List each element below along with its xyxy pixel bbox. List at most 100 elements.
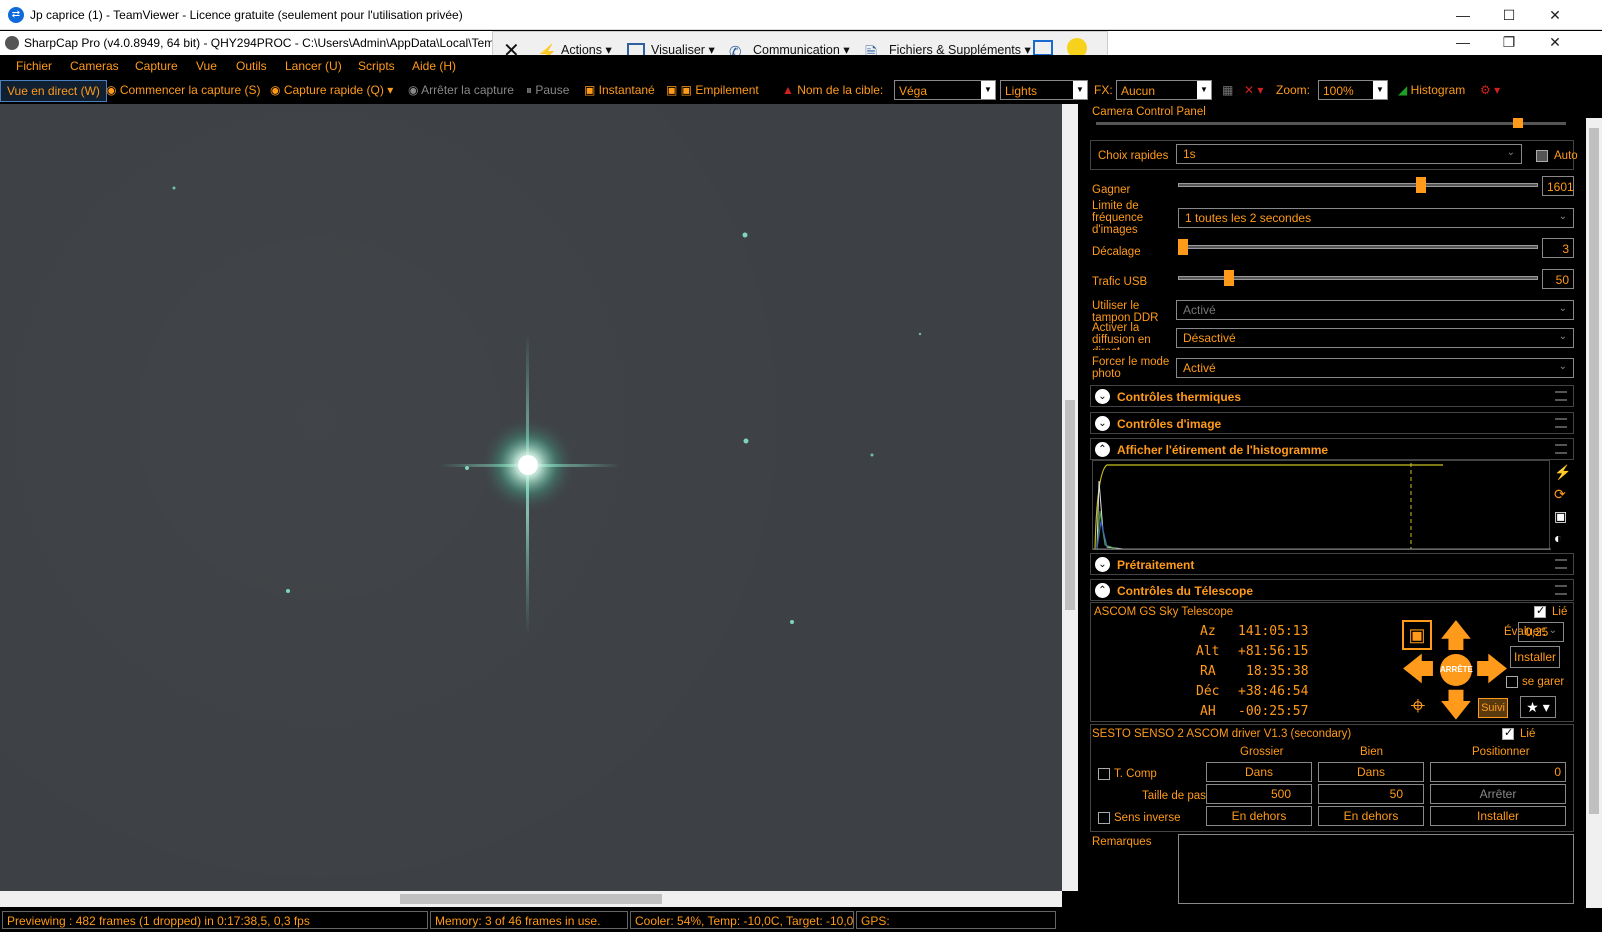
tools-icon[interactable]: ⚙ ▾ bbox=[1480, 83, 1500, 97]
offset-slider[interactable] bbox=[1178, 245, 1538, 249]
usb-slider-thumb[interactable] bbox=[1223, 270, 1234, 286]
photo-mode-select[interactable]: Activé ⌄ bbox=[1176, 358, 1574, 378]
chevron-down-icon: ⌄ bbox=[1095, 557, 1110, 572]
snapshot-button[interactable]: ▣ Instantané bbox=[584, 83, 655, 97]
scroll-thumb[interactable] bbox=[400, 894, 662, 904]
position-field[interactable]: 0 bbox=[1430, 762, 1566, 782]
install-focuser-button[interactable]: Installer bbox=[1430, 806, 1566, 826]
image-horizontal-scrollbar[interactable] bbox=[0, 891, 1062, 907]
gain-value-field[interactable]: 1601 bbox=[1542, 176, 1574, 196]
maximize-button[interactable]: ☐ bbox=[1486, 0, 1532, 30]
menu-capture[interactable]: Capture bbox=[135, 59, 178, 73]
reverse-checkbox[interactable] bbox=[1098, 812, 1110, 824]
crosshair-target-icon[interactable]: ⌖ bbox=[1400, 688, 1436, 724]
offset-slider-thumb[interactable] bbox=[1178, 239, 1188, 255]
section-histogram-stretch[interactable]: ⌃ Afficher l'étirement de l'histogramme bbox=[1090, 438, 1574, 460]
west-arrow-button[interactable]: 🡄 bbox=[1400, 652, 1436, 688]
pause-button[interactable]: ⏸ Pause bbox=[526, 83, 569, 98]
ddr-select[interactable]: Activé ⌄ bbox=[1176, 300, 1574, 320]
menu-scripts[interactable]: Scripts bbox=[358, 59, 395, 73]
drag-handle-icon[interactable] bbox=[1555, 559, 1567, 569]
move-in-coarse-button[interactable]: Dans bbox=[1206, 762, 1312, 782]
screens-icon[interactable] bbox=[1033, 40, 1053, 56]
move-out-coarse-button[interactable]: En dehors bbox=[1206, 806, 1312, 826]
step-fine-field[interactable]: 50 bbox=[1318, 784, 1424, 804]
stacking-button[interactable]: ▣ ▣ Empilement bbox=[666, 83, 759, 97]
histogram-icon: ◢ bbox=[1398, 83, 1411, 97]
section-thermal-controls[interactable]: ⌄ Contrôles thermiques bbox=[1090, 385, 1574, 407]
drag-handle-icon[interactable] bbox=[1555, 418, 1567, 428]
menu-vue[interactable]: Vue bbox=[196, 59, 217, 73]
exposure-slider-thumb[interactable] bbox=[1513, 118, 1523, 128]
usb-value-field[interactable]: 50 bbox=[1542, 269, 1574, 289]
east-arrow-button[interactable]: 🡆 bbox=[1474, 652, 1510, 688]
auto-checkbox[interactable] bbox=[1536, 150, 1548, 162]
sc-restore-button[interactable]: ❐ bbox=[1486, 27, 1532, 57]
offset-value-field[interactable]: 3 bbox=[1542, 238, 1574, 258]
live-view-button[interactable]: Vue en direct (W) bbox=[0, 80, 107, 102]
menu-cameras[interactable]: Cameras bbox=[70, 59, 119, 73]
south-arrow-button[interactable]: 🡇 bbox=[1438, 688, 1474, 724]
spiral-search-icon[interactable]: ▣ bbox=[1402, 620, 1432, 650]
menu-lancer[interactable]: Lancer (U) bbox=[285, 59, 342, 73]
section-preprocessing[interactable]: ⌄ Prétraitement bbox=[1090, 553, 1574, 575]
live-image-view[interactable] bbox=[0, 104, 1062, 891]
sc-close-button[interactable]: ✕ bbox=[1532, 27, 1578, 57]
quick-choice-select[interactable]: 1s ⌄ bbox=[1176, 144, 1522, 164]
scroll-thumb[interactable] bbox=[1065, 400, 1075, 610]
park-checkbox[interactable] bbox=[1506, 676, 1518, 688]
drag-handle-icon[interactable] bbox=[1555, 444, 1567, 454]
minimize-button[interactable]: — bbox=[1440, 0, 1486, 30]
stop-focuser-button[interactable]: Arrêter bbox=[1430, 784, 1566, 804]
install-telescope-button[interactable]: Installer bbox=[1510, 646, 1560, 668]
save-icon[interactable]: ▣ bbox=[1554, 508, 1572, 526]
gain-slider-thumb[interactable] bbox=[1416, 177, 1426, 193]
start-capture-button[interactable]: ◉ Commencer la capture (S) bbox=[106, 83, 261, 97]
grid-icon[interactable]: ▦ bbox=[1222, 83, 1233, 97]
step-coarse-field[interactable]: 500 bbox=[1206, 784, 1312, 804]
sc-minimize-button[interactable]: — bbox=[1440, 27, 1486, 57]
reset-stretch-icon[interactable]: ⟳ bbox=[1554, 486, 1572, 504]
quick-capture-button[interactable]: ◉ Capture rapide (Q) ▾ bbox=[270, 83, 393, 97]
drag-handle-icon[interactable] bbox=[1555, 585, 1567, 595]
frame-limit-select[interactable]: 1 toutes les 2 secondes ⌄ bbox=[1178, 208, 1574, 228]
north-arrow-button[interactable]: 🡅 bbox=[1438, 618, 1474, 654]
camera-icon: ◉ bbox=[270, 83, 284, 97]
contrast-icon[interactable]: ◐ bbox=[1554, 530, 1572, 548]
close-button[interactable]: ✕ bbox=[1532, 0, 1578, 30]
tracking-button[interactable]: Suivi bbox=[1478, 698, 1508, 718]
crosshair-icon[interactable]: ✕ ▾ bbox=[1244, 83, 1263, 97]
chevron-down-icon: ⌄ bbox=[1095, 389, 1110, 404]
drag-handle-icon[interactable] bbox=[1555, 391, 1567, 401]
target-name-select[interactable]: Véga ▼ bbox=[894, 80, 996, 100]
panel-vertical-scrollbar[interactable] bbox=[1586, 118, 1602, 908]
section-image-controls[interactable]: ⌄ Contrôles d'image bbox=[1090, 412, 1574, 434]
scroll-thumb[interactable] bbox=[1589, 128, 1599, 814]
exposure-slider[interactable] bbox=[1096, 122, 1566, 125]
histogram-button[interactable]: ◢ Histogram bbox=[1398, 83, 1465, 97]
move-in-fine-button[interactable]: Dans bbox=[1318, 762, 1424, 782]
gain-slider[interactable] bbox=[1178, 183, 1538, 187]
broadcast-select[interactable]: Désactivé ⌄ bbox=[1176, 328, 1574, 348]
stop-button[interactable]: ARRÊTE bbox=[1440, 654, 1473, 686]
telescope-linked-checkbox[interactable] bbox=[1534, 604, 1546, 618]
menu-aide[interactable]: Aide (H) bbox=[412, 59, 456, 73]
section-telescope-controls[interactable]: ⌃ Contrôles du Télescope bbox=[1090, 579, 1574, 601]
auto-stretch-icon[interactable]: ⚡ bbox=[1554, 464, 1572, 482]
remarks-textarea[interactable] bbox=[1178, 834, 1574, 904]
histogram-plot[interactable] bbox=[1092, 460, 1551, 550]
target-icon: ▲ bbox=[782, 83, 798, 97]
menu-outils[interactable]: Outils bbox=[236, 59, 267, 73]
image-vertical-scrollbar[interactable] bbox=[1062, 104, 1078, 891]
star-select-button[interactable]: ★ ▾ bbox=[1520, 696, 1556, 718]
stop-capture-button[interactable]: ◉ Arrêter la capture bbox=[408, 83, 514, 97]
fx-select[interactable]: Aucun ▼ bbox=[1116, 80, 1212, 100]
rate-select[interactable]: 0,25 ⌄ bbox=[1518, 622, 1564, 642]
tcomp-checkbox[interactable] bbox=[1098, 768, 1110, 780]
move-out-fine-button[interactable]: En dehors bbox=[1318, 806, 1424, 826]
frame-type-select[interactable]: Lights ▼ bbox=[1000, 80, 1088, 100]
alt-value: +81:56:15 bbox=[1238, 644, 1309, 659]
menu-fichier[interactable]: Fichier bbox=[16, 59, 52, 73]
focuser-linked-checkbox[interactable] bbox=[1502, 726, 1514, 740]
zoom-select[interactable]: 100% ▼ bbox=[1318, 80, 1388, 100]
